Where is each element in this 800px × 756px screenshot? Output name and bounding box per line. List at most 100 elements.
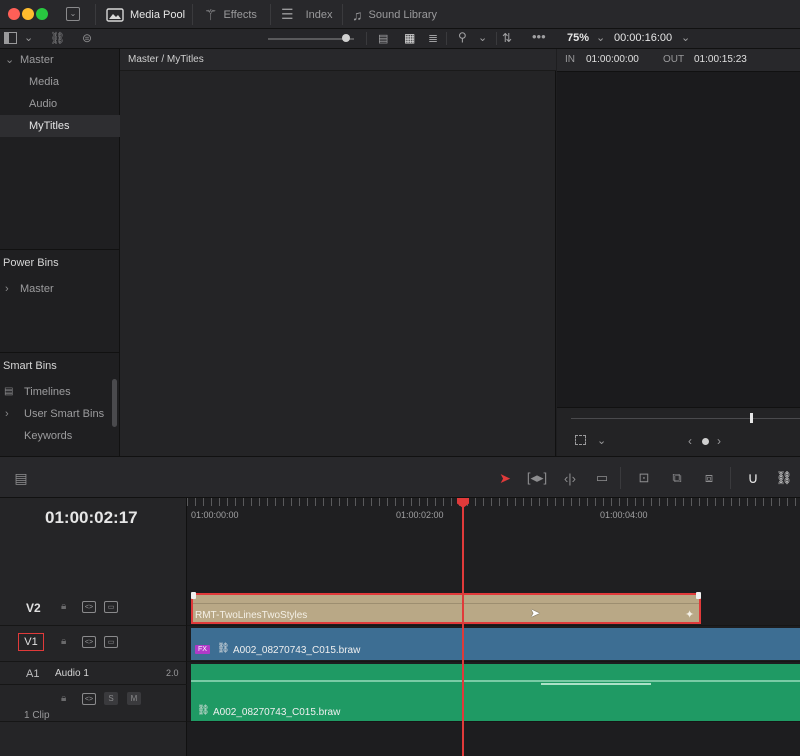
sidebar-dropdown-chevron-icon[interactable]: ⌄ bbox=[24, 31, 33, 44]
video-clip[interactable]: FX ⛓ A002_08270743_C015.braw bbox=[191, 628, 800, 660]
insert-clip-icon[interactable]: ⊡ bbox=[633, 469, 655, 487]
close-window-button[interactable] bbox=[8, 8, 20, 20]
track-header-a1: A1 Audio 1 2.0 🔒︎ <> S M 1 Clip bbox=[0, 662, 187, 722]
mute-button[interactable]: M bbox=[127, 692, 141, 705]
fx-badge: FX bbox=[195, 645, 210, 654]
audio-channel-format: 2.0 bbox=[166, 668, 179, 678]
sort-icon[interactable]: ⇅ bbox=[502, 31, 512, 45]
title-clip[interactable]: RMT-TwoLinesTwoStyles ✦ bbox=[191, 592, 701, 624]
smart-bin-label: Timelines bbox=[24, 386, 71, 398]
sidebar-item-mytitles[interactable]: MyTitles bbox=[0, 115, 120, 137]
audio-clip[interactable]: ⛓ A002_08270743_C015.braw bbox=[191, 664, 800, 721]
auto-select-icon[interactable]: <> bbox=[82, 636, 96, 648]
smart-bin-keywords[interactable]: Keywords bbox=[0, 425, 120, 447]
audio-clip-name: A002_08270743_C015.braw bbox=[213, 707, 341, 718]
lock-icon[interactable]: 🔒︎ bbox=[61, 636, 66, 647]
search-dropdown-chevron-icon[interactable]: ⌄ bbox=[478, 31, 487, 44]
effects-wand-icon: ⚚ bbox=[204, 6, 218, 24]
auto-select-icon[interactable]: <> bbox=[82, 601, 96, 613]
in-out-bar: IN 01:00:00:00 OUT 01:00:15:23 bbox=[557, 49, 800, 71]
sidebar-item-audio[interactable]: Audio bbox=[0, 93, 120, 115]
track-enable-icon[interactable]: ▭ bbox=[104, 601, 118, 613]
lock-icon[interactable]: 🔒︎ bbox=[61, 601, 66, 612]
sound-library-label: Sound Library bbox=[368, 8, 438, 21]
minimize-window-button[interactable] bbox=[22, 8, 34, 20]
duration-dropdown-chevron-icon[interactable]: ⌄ bbox=[681, 31, 690, 44]
filter-icon[interactable]: ⊜ bbox=[82, 31, 92, 45]
viewer-duration: 00:00:16:00 bbox=[614, 32, 673, 44]
index-label: Index bbox=[305, 8, 333, 21]
smart-bin-label: Keywords bbox=[24, 430, 73, 442]
sidebar-item-media[interactable]: Media bbox=[0, 71, 120, 93]
viewer-screen[interactable] bbox=[557, 71, 800, 456]
list-view-icon[interactable]: ≣ bbox=[428, 31, 438, 45]
effects-button[interactable]: ⚚ Effects bbox=[204, 0, 257, 29]
sound-library-icon: ♫ bbox=[352, 6, 363, 23]
viewer-zoom[interactable]: 75% bbox=[567, 32, 589, 44]
mouse-cursor-icon: ➤ bbox=[530, 606, 541, 620]
selection-tool-icon[interactable]: ➤ bbox=[494, 469, 516, 487]
slider-handle[interactable] bbox=[342, 34, 350, 42]
link-toggle-icon[interactable]: ⛓ bbox=[50, 31, 65, 45]
video-clip-name: A002_08270743_C015.braw bbox=[233, 645, 361, 656]
timeline-toolbar: ▤ ➤ [◂▸] ‹|› ▭ ⊡ ⧉ ⧈ ∪ ⛓ bbox=[0, 456, 800, 498]
zoom-window-button[interactable] bbox=[36, 8, 48, 20]
search-icon[interactable]: ⚲ bbox=[458, 30, 467, 44]
crop-icon[interactable] bbox=[575, 435, 586, 445]
sidebar-scrollbar[interactable] bbox=[112, 379, 117, 427]
timeline-timecode[interactable]: 01:00:02:17 bbox=[45, 508, 138, 528]
viewer-playhead[interactable] bbox=[750, 413, 753, 423]
sidebar-item-label: Audio bbox=[29, 98, 58, 110]
dynamic-trim-icon[interactable]: ‹|› bbox=[559, 469, 581, 487]
sidebar-toggle-icon[interactable] bbox=[4, 32, 17, 44]
more-options-icon[interactable]: ••• bbox=[532, 29, 546, 44]
trim-handle-left[interactable] bbox=[191, 592, 196, 599]
previous-arrow-icon[interactable]: ‹ bbox=[688, 434, 692, 448]
snapping-magnet-icon[interactable]: ∪ bbox=[742, 469, 764, 487]
linked-selection-icon[interactable]: ⛓ bbox=[773, 469, 795, 487]
next-arrow-icon[interactable]: › bbox=[717, 434, 721, 448]
sound-library-button[interactable]: ♫ Sound Library bbox=[352, 0, 437, 29]
out-label: OUT bbox=[663, 54, 685, 65]
link-icon: ⛓ bbox=[217, 643, 230, 654]
timeline-bin-icon: ▤ bbox=[4, 386, 14, 397]
workspace-dropdown-icon[interactable]: ⌄ bbox=[66, 7, 80, 21]
auto-select-icon[interactable]: <> bbox=[82, 693, 96, 705]
timeline-playhead[interactable] bbox=[462, 498, 464, 756]
effects-label: Effects bbox=[223, 8, 257, 21]
overwrite-clip-icon[interactable]: ⧉ bbox=[666, 469, 688, 487]
title-clip-name: RMT-TwoLinesTwoStyles bbox=[195, 610, 308, 621]
smart-bin-user[interactable]: › User Smart Bins bbox=[0, 403, 120, 425]
media-pool-icon bbox=[106, 7, 124, 22]
link-icon: ⛓ bbox=[197, 705, 210, 716]
viewer-scrubber[interactable] bbox=[571, 418, 800, 419]
sidebar-master-label: Master bbox=[20, 54, 54, 66]
track-enable-icon[interactable]: ▭ bbox=[104, 636, 118, 648]
solo-button[interactable]: S bbox=[104, 692, 118, 705]
viewer-controls: 75% ⌄ 00:00:16:00 ⌄ bbox=[556, 29, 800, 49]
index-button[interactable]: ☰ Index bbox=[281, 0, 332, 29]
blade-tool-icon[interactable]: ▭ bbox=[591, 469, 613, 487]
timeline-view-options-icon[interactable]: ▤ bbox=[10, 469, 32, 487]
sidebar-item-label: Media bbox=[29, 76, 59, 88]
source-patch-v1[interactable]: V1 bbox=[18, 633, 44, 651]
track-label: A1 bbox=[26, 668, 40, 680]
metadata-view-icon[interactable]: ▤ bbox=[378, 32, 388, 45]
lock-icon[interactable]: 🔒︎ bbox=[61, 693, 66, 704]
smart-bin-timelines[interactable]: ▤ Timelines bbox=[0, 381, 120, 403]
audio-track-name[interactable]: Audio 1 bbox=[55, 668, 89, 679]
page-dot[interactable] bbox=[702, 438, 709, 445]
trim-edit-icon[interactable]: [◂▸] bbox=[526, 469, 548, 487]
trim-handle-right[interactable] bbox=[696, 592, 701, 599]
media-pool-button[interactable]: Media Pool bbox=[106, 0, 185, 29]
crop-dropdown-chevron-icon[interactable]: ⌄ bbox=[597, 434, 606, 447]
timeline-ruler[interactable]: 01:00:00:00 01:00:02:00 01:00:04:00 bbox=[187, 498, 800, 590]
power-bins-master[interactable]: › Master bbox=[0, 278, 120, 300]
sidebar-master-bin[interactable]: ⌄ Master bbox=[0, 49, 120, 71]
breadcrumb: Master / MyTitles bbox=[120, 49, 556, 71]
top-toolbar: ⌄ Media Pool ⚚ Effects ☰ Index ♫ Sound L… bbox=[0, 0, 800, 29]
thumbnail-view-icon[interactable]: ▦ bbox=[404, 31, 415, 45]
replace-clip-icon[interactable]: ⧈ bbox=[698, 469, 720, 487]
zoom-dropdown-chevron-icon[interactable]: ⌄ bbox=[596, 31, 605, 44]
bin-sidebar: ⌄ Master Media Audio MyTitles Power Bins… bbox=[0, 49, 120, 456]
